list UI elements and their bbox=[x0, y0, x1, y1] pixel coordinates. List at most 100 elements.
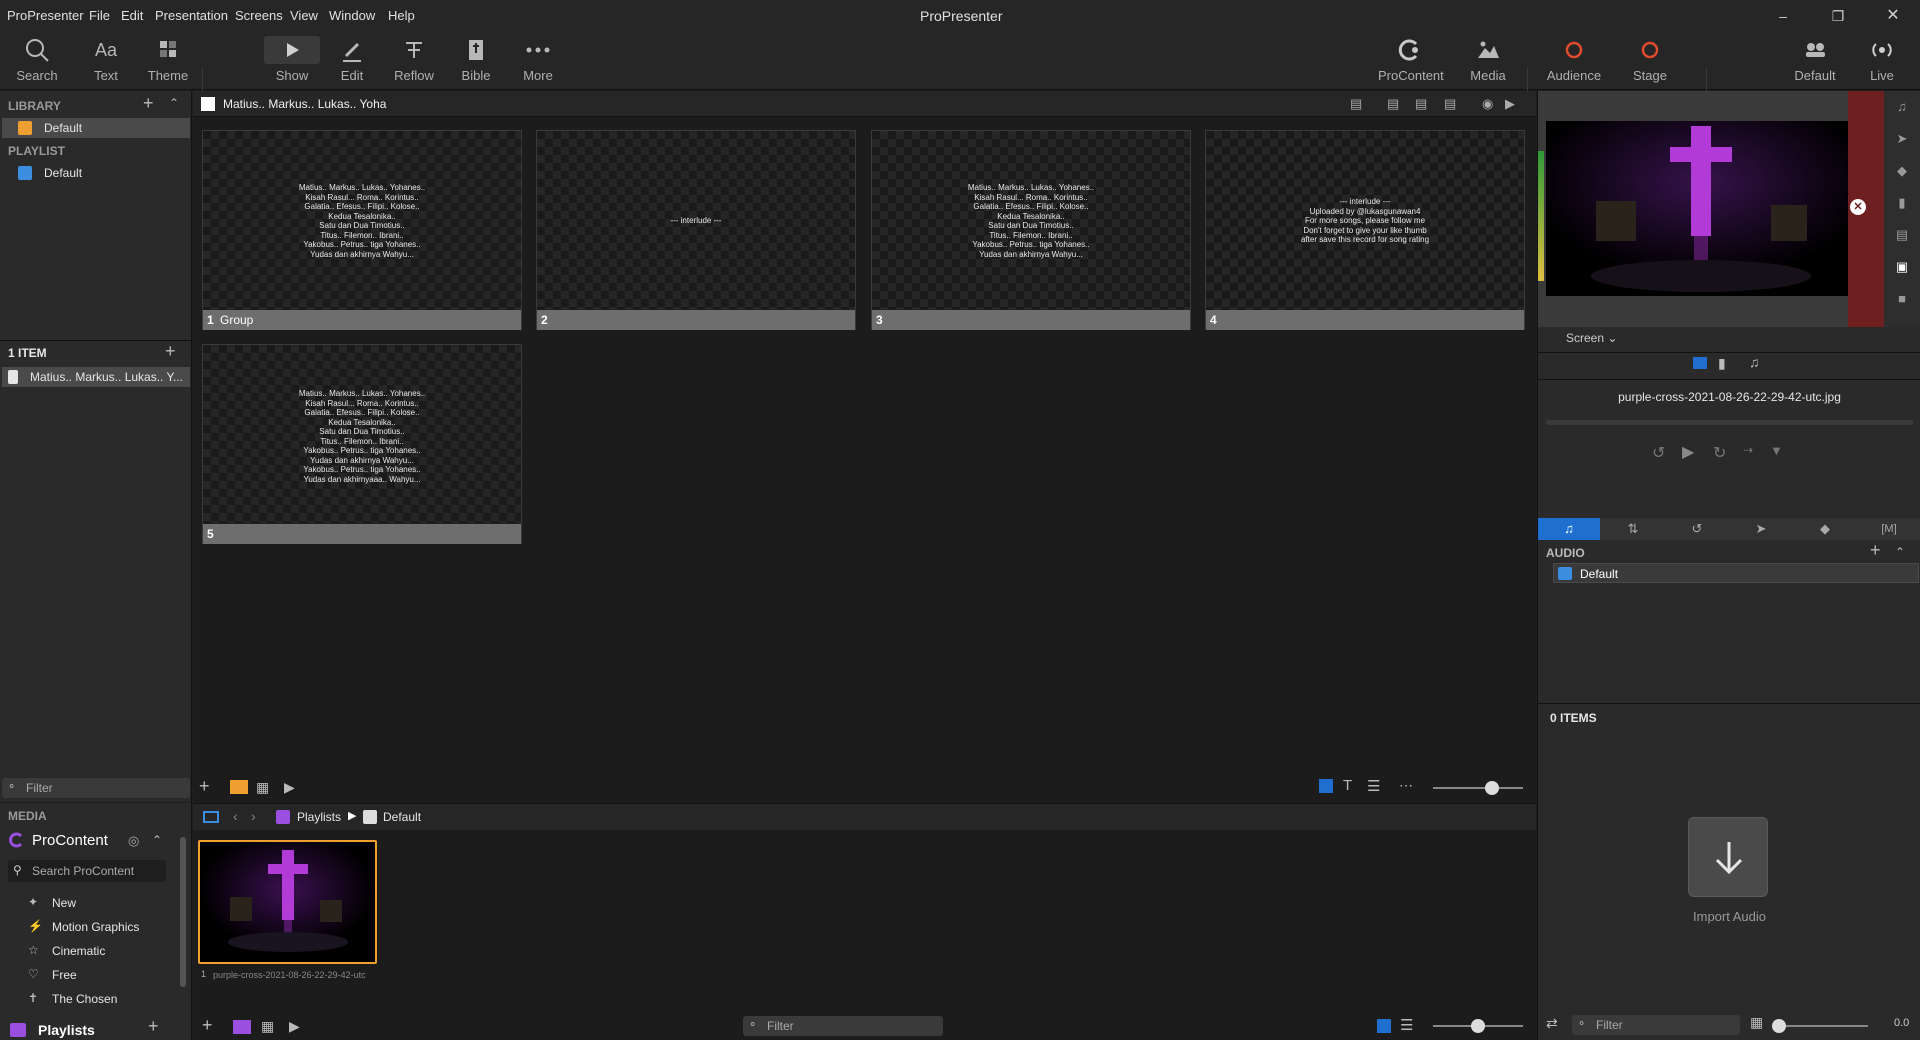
clear-props-icon[interactable]: ◆ bbox=[1884, 155, 1920, 187]
layout-icon[interactable]: ▤ bbox=[1444, 96, 1456, 112]
rewind-icon[interactable]: ↺ bbox=[1652, 443, 1665, 463]
default-look-button[interactable]: Default bbox=[1785, 34, 1845, 88]
zoom-slider-handle[interactable] bbox=[1485, 781, 1499, 795]
slide-thumbnail[interactable]: Matius.. Markus.. Lukas.. Yohanes.. Kisa… bbox=[202, 130, 522, 330]
category-new[interactable]: ✦ New bbox=[28, 893, 188, 913]
marker-icon[interactable]: ▼ bbox=[1770, 443, 1783, 458]
media-filter-input[interactable]: ⚬ Filter bbox=[743, 1016, 943, 1036]
options-icon[interactable]: ⋯ bbox=[1399, 777, 1413, 794]
tab-messages[interactable]: ➤ bbox=[1730, 518, 1792, 540]
tab-props[interactable]: ◆ bbox=[1794, 518, 1856, 540]
clear-video-icon[interactable]: ■ bbox=[1884, 283, 1920, 315]
media-zoom-slider-handle[interactable] bbox=[1471, 1019, 1485, 1033]
library-filter-input[interactable]: ⚬ Filter bbox=[2, 778, 190, 798]
media-sidebar-scrollbar[interactable] bbox=[180, 837, 186, 987]
screen-dropdown[interactable]: Screen ⌄ bbox=[1566, 331, 1617, 345]
timeline-icon[interactable]: ▤ bbox=[1415, 96, 1427, 112]
category-motion-graphics[interactable]: ⚡ Motion Graphics bbox=[28, 917, 188, 937]
menu-view[interactable]: View bbox=[290, 8, 318, 23]
clear-all-icon[interactable]: ✕ bbox=[1850, 199, 1866, 215]
tab-macros[interactable]: [M] bbox=[1858, 518, 1920, 540]
clear-announcements-icon[interactable]: ▮ bbox=[1884, 187, 1920, 219]
slide-thumbnail[interactable]: --- interlude --- Uploaded by @lukasguna… bbox=[1205, 130, 1525, 330]
text-view-icon[interactable]: T bbox=[1343, 777, 1352, 794]
playlist-item-default[interactable]: Default bbox=[2, 163, 190, 183]
import-audio-button[interactable] bbox=[1688, 817, 1768, 897]
theme-button[interactable]: Theme bbox=[138, 34, 198, 88]
add-library-icon[interactable]: + bbox=[143, 93, 154, 114]
menu-edit[interactable]: Edit bbox=[121, 8, 143, 23]
search-button[interactable]: Search bbox=[7, 34, 67, 88]
media-thumbnail[interactable] bbox=[198, 840, 377, 964]
toggle-sidebar-icon[interactable] bbox=[203, 811, 219, 823]
menu-window[interactable]: Window bbox=[329, 8, 375, 23]
back-icon[interactable]: ‹ bbox=[233, 808, 238, 824]
audio-filter-input[interactable]: ⚬ Filter bbox=[1572, 1015, 1740, 1035]
procontent-button[interactable]: ProContent bbox=[1378, 34, 1444, 88]
menu-presentation[interactable]: Presentation bbox=[155, 8, 228, 23]
globe-icon[interactable]: ◎ bbox=[128, 833, 139, 849]
procontent-search-input[interactable]: ⚲ Search ProContent bbox=[8, 860, 166, 882]
tab-clocks[interactable]: ↺ bbox=[1666, 518, 1728, 540]
category-cinematic[interactable]: ☆ Cinematic bbox=[28, 941, 188, 961]
category-free[interactable]: ♡ Free bbox=[28, 965, 188, 985]
collapse-audio-icon[interactable]: ⌃ bbox=[1895, 545, 1905, 559]
transition-icon[interactable]: ▶ bbox=[1505, 96, 1515, 112]
slides-view-icon[interactable] bbox=[230, 780, 248, 794]
collapse-library-icon[interactable]: ⌃ bbox=[169, 96, 179, 110]
media-macro-icon[interactable]: ▶ bbox=[289, 1018, 300, 1035]
more-button[interactable]: More bbox=[508, 34, 568, 88]
playback-progress-bar[interactable] bbox=[1546, 420, 1913, 425]
slide-thumbnail[interactable]: Matius.. Markus.. Lukas.. Yohanes.. Kisa… bbox=[871, 130, 1191, 330]
menu-file[interactable]: File bbox=[89, 8, 110, 23]
clear-audio-icon[interactable]: ♫ bbox=[1884, 91, 1920, 123]
slide-thumbnail[interactable]: Matius.. Markus.. Lukas.. Yohanes.. Kisa… bbox=[202, 344, 522, 544]
add-slide-icon[interactable]: + bbox=[199, 776, 210, 797]
audio-playlist-default[interactable]: Default bbox=[1553, 563, 1919, 583]
slide-tab-icon[interactable] bbox=[1693, 357, 1707, 369]
list-view-icon[interactable]: ☰ bbox=[1367, 777, 1380, 795]
presentation-item[interactable]: Matius.. Markus.. Lukas.. Y... bbox=[2, 367, 190, 387]
add-playlist-icon[interactable]: + bbox=[148, 1016, 159, 1037]
media-view-icon[interactable] bbox=[233, 1020, 251, 1034]
media-button[interactable]: Media bbox=[1458, 34, 1518, 88]
slide-thumbnail[interactable]: --- interlude --- 2 bbox=[536, 130, 856, 330]
forward-icon[interactable]: ↻ bbox=[1713, 443, 1726, 463]
tab-timers[interactable]: ⇅ bbox=[1602, 518, 1664, 540]
clear-media-icon[interactable]: ▣ bbox=[1884, 251, 1920, 283]
play-icon[interactable]: ▶ bbox=[1682, 442, 1694, 462]
collapse-media-icon[interactable]: ⌃ bbox=[152, 833, 162, 847]
add-audio-playlist-icon[interactable]: + bbox=[1870, 540, 1881, 561]
breadcrumb-playlists[interactable]: Playlists bbox=[297, 810, 341, 824]
add-item-icon[interactable]: + bbox=[165, 341, 176, 362]
media-list-view-icon[interactable]: ☰ bbox=[1400, 1016, 1413, 1034]
announcement-tab-icon[interactable]: ▮ bbox=[1718, 355, 1726, 372]
audio-transition-icon[interactable]: ▦ bbox=[1750, 1014, 1763, 1031]
live-button[interactable]: Live bbox=[1852, 34, 1912, 88]
reflow-button[interactable]: Reflow bbox=[384, 34, 444, 88]
media-props-icon[interactable]: ▦ bbox=[261, 1018, 274, 1035]
edit-button[interactable]: Edit bbox=[322, 34, 382, 88]
audience-button[interactable]: Audience bbox=[1543, 34, 1605, 88]
forward-icon[interactable]: › bbox=[251, 808, 256, 824]
grid-view-icon[interactable] bbox=[1319, 779, 1333, 793]
text-button[interactable]: Aa Text bbox=[76, 34, 136, 88]
close-window-icon[interactable]: ✕ bbox=[1878, 6, 1908, 26]
breadcrumb-default[interactable]: Default bbox=[383, 810, 421, 824]
clear-messages-icon[interactable]: ➤ bbox=[1884, 123, 1920, 155]
minimize-icon[interactable]: – bbox=[1768, 6, 1798, 26]
clear-slide-icon[interactable]: ▤ bbox=[1884, 219, 1920, 251]
props-icon[interactable]: ▦ bbox=[256, 779, 269, 796]
volume-slider-handle[interactable] bbox=[1772, 1019, 1786, 1033]
go-to-end-icon[interactable]: ⇢ bbox=[1743, 443, 1753, 457]
volume-slider[interactable] bbox=[1778, 1025, 1868, 1027]
restore-icon[interactable]: ❐ bbox=[1823, 6, 1853, 26]
menu-screens[interactable]: Screens bbox=[235, 8, 283, 23]
zoom-slider[interactable] bbox=[1433, 787, 1523, 789]
audio-bin-icon[interactable]: ▤ bbox=[1350, 96, 1362, 112]
add-media-icon[interactable]: + bbox=[202, 1015, 213, 1036]
menu-propresenter[interactable]: ProPresenter bbox=[7, 8, 84, 23]
macro-icon[interactable]: ▶ bbox=[284, 779, 295, 796]
menu-help[interactable]: Help bbox=[388, 8, 415, 23]
tab-audio[interactable]: ♫ bbox=[1538, 518, 1600, 540]
